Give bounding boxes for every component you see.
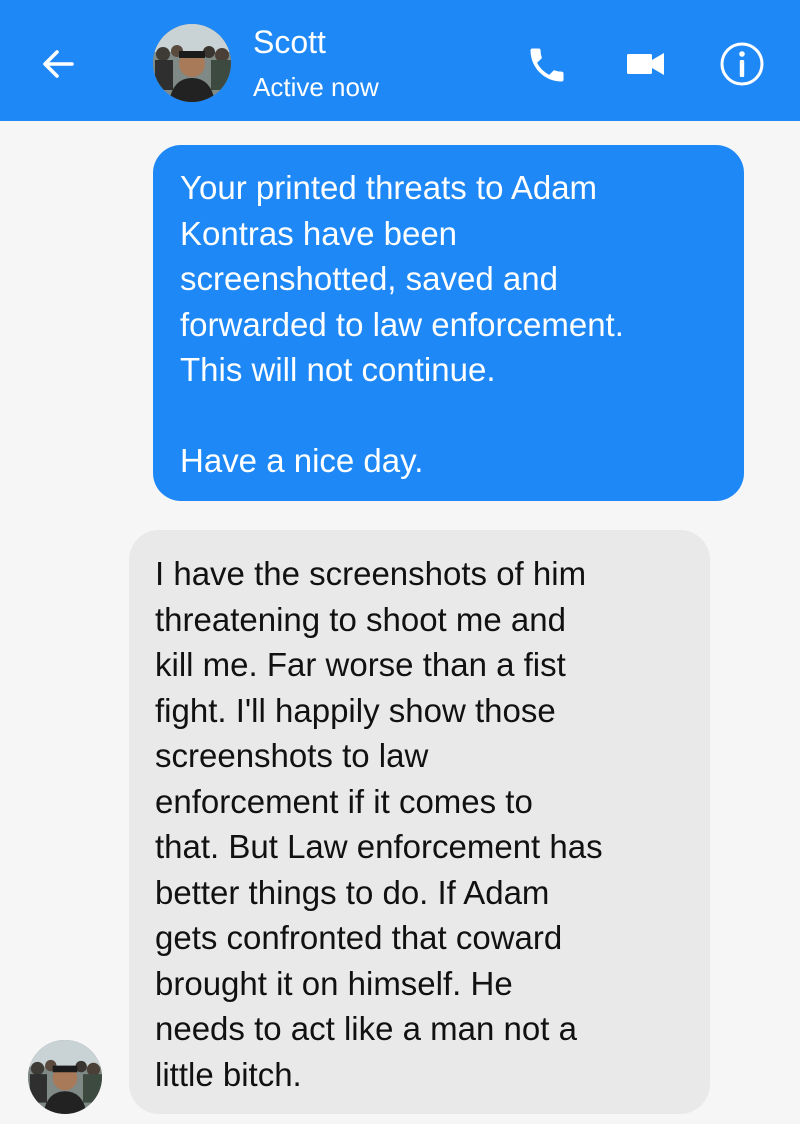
video-camera-icon xyxy=(627,53,664,75)
call-button[interactable] xyxy=(519,38,575,92)
info-button[interactable] xyxy=(711,33,773,95)
back-button[interactable] xyxy=(34,40,82,88)
phone-icon xyxy=(530,48,564,82)
info-circle-icon xyxy=(720,42,764,86)
contact-photo xyxy=(153,24,231,102)
contact-status: Active now xyxy=(253,72,379,102)
sender-avatar[interactable] xyxy=(28,1040,102,1114)
incoming-message[interactable]: I have the screenshots of him threatenin… xyxy=(129,530,710,1114)
outgoing-message[interactable]: Your printed threats to Adam Kontras hav… xyxy=(153,145,744,501)
chat-header: Scott Active now xyxy=(0,0,800,121)
video-call-button[interactable] xyxy=(620,40,672,88)
arrow-left-icon xyxy=(43,50,74,78)
sender-photo xyxy=(28,1040,102,1114)
contact-avatar[interactable] xyxy=(153,24,231,102)
contact-name[interactable]: Scott xyxy=(253,22,326,62)
